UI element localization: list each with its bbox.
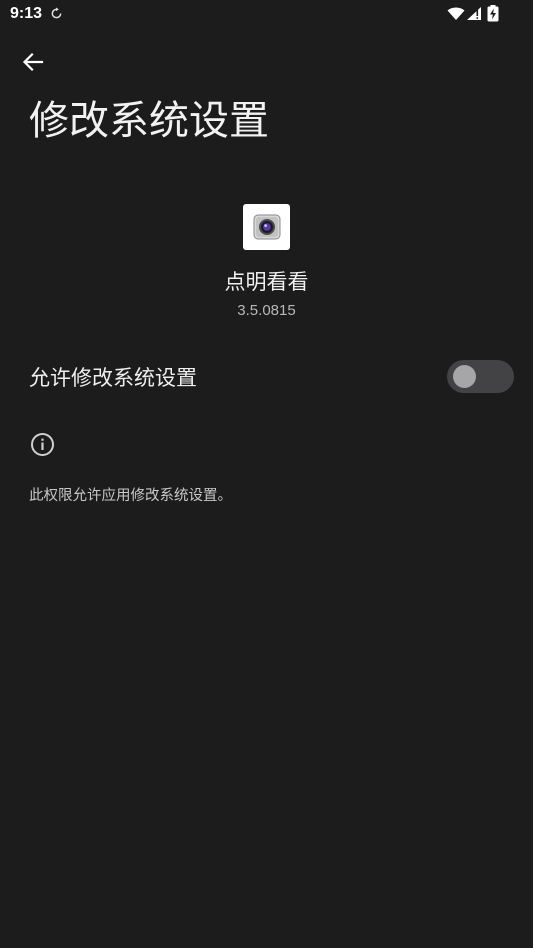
setting-label: 允许修改系统设置	[29, 366, 197, 390]
arrow-left-icon	[22, 52, 44, 72]
wifi-icon	[447, 7, 465, 20]
page-title: 修改系统设置	[29, 98, 269, 144]
app-version: 3.5.0815	[237, 302, 296, 319]
cellular-signal-icon	[467, 7, 481, 20]
status-bar: 9:13	[0, 0, 533, 30]
status-time: 9:13	[10, 5, 43, 22]
camera-lens-icon	[253, 214, 280, 240]
sync-icon	[51, 7, 62, 19]
back-button[interactable]	[14, 44, 52, 80]
allow-modify-settings-row[interactable]: 允许修改系统设置	[0, 350, 533, 404]
app-name: 点明看看	[224, 270, 309, 294]
permission-description: 此权限允许应用修改系统设置。	[29, 488, 232, 504]
info-icon	[31, 433, 54, 456]
app-icon	[243, 204, 290, 250]
battery-charging-icon	[487, 5, 499, 22]
allow-modify-settings-toggle[interactable]	[447, 360, 514, 393]
toggle-thumb	[453, 365, 476, 388]
